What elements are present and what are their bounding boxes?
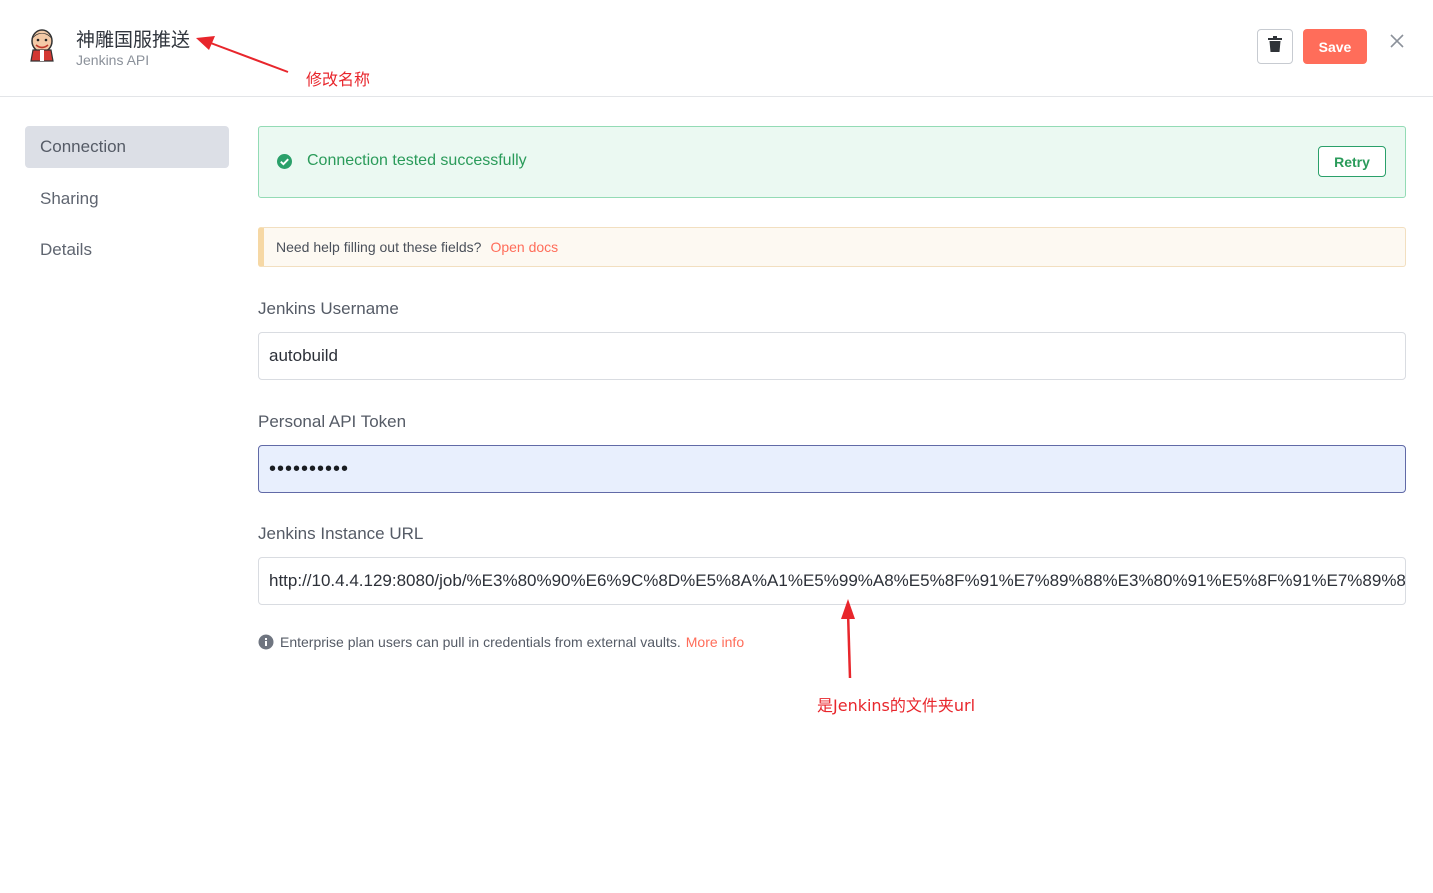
more-info-link[interactable]: More info xyxy=(686,634,744,650)
help-callout: Need help filling out these fields? Open… xyxy=(258,227,1406,267)
api-token-label: Personal API Token xyxy=(258,412,407,431)
instance-url-input[interactable]: http://10.4.4.129:8080/job/%E3%80%90%E6%… xyxy=(258,557,1406,605)
instance-url-label: Jenkins Instance URL xyxy=(258,524,424,543)
trash-icon xyxy=(1268,36,1282,57)
api-token-input[interactable]: •••••••••• xyxy=(258,445,1406,493)
jenkins-logo-icon xyxy=(27,28,57,62)
check-circle-icon xyxy=(276,153,293,170)
close-icon xyxy=(1390,33,1404,53)
close-button[interactable] xyxy=(1387,33,1407,53)
delete-button[interactable] xyxy=(1257,29,1293,64)
external-vault-text: Enterprise plan users can pull in creden… xyxy=(280,634,681,650)
connection-status-text: Connection tested successfully xyxy=(307,152,527,169)
save-button[interactable]: Save xyxy=(1303,29,1367,64)
sidebar-item-details[interactable]: Details xyxy=(25,229,229,271)
connection-status-banner: Connection tested successfully Retry xyxy=(258,126,1406,198)
username-label: Jenkins Username xyxy=(258,299,399,318)
sidebar-item-connection[interactable]: Connection xyxy=(25,126,229,168)
url-annotation: 是Jenkins的文件夹url xyxy=(817,696,976,715)
credential-type: Jenkins API xyxy=(76,52,150,68)
help-text: Need help filling out these fields? xyxy=(276,239,482,255)
modal-header: 神雕国服推送 Jenkins API Save xyxy=(0,0,1433,97)
open-docs-link[interactable]: Open docs xyxy=(490,239,558,255)
username-input[interactable]: autobuild xyxy=(258,332,1406,380)
info-circle-icon xyxy=(258,634,274,650)
sidebar-item-sharing[interactable]: Sharing xyxy=(25,178,229,220)
external-vault-note: Enterprise plan users can pull in creden… xyxy=(258,634,744,650)
rename-annotation: 修改名称 xyxy=(306,70,371,89)
retry-button[interactable]: Retry xyxy=(1318,146,1386,177)
credential-name[interactable]: 神雕国服推送 xyxy=(76,25,190,52)
api-token-value: •••••••••• xyxy=(269,457,350,480)
